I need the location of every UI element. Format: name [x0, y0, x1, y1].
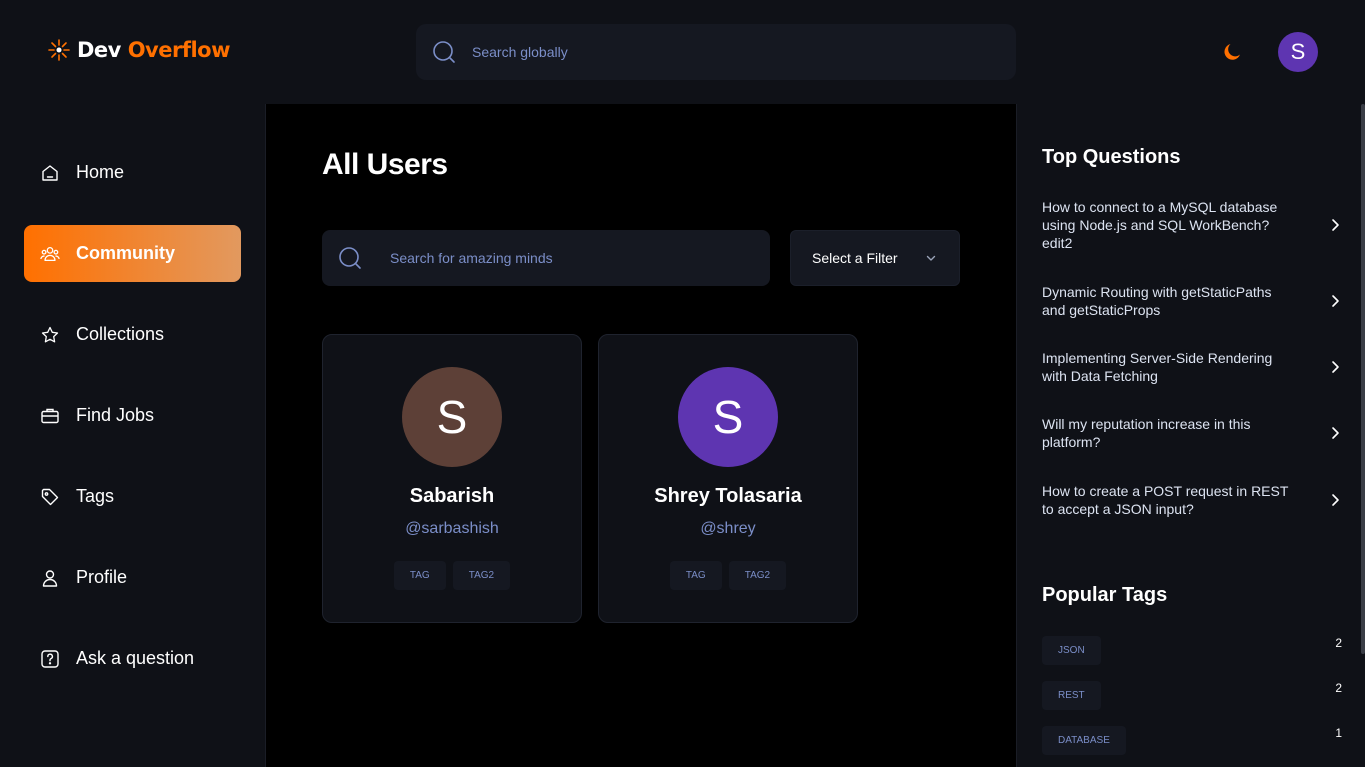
user-icon: [40, 568, 60, 588]
top-question-text: Implementing Server-Side Rendering with …: [1042, 350, 1273, 384]
sidebar-item-tags[interactable]: Tags: [24, 468, 241, 525]
sidebar-item-home[interactable]: Home: [24, 144, 241, 201]
popular-tag-count: 2: [1335, 636, 1342, 650]
sidebar-item-ask-question[interactable]: Ask a question: [24, 630, 241, 687]
search-icon: [339, 247, 361, 269]
top-question-item[interactable]: How to create a POST request in REST to …: [1042, 482, 1340, 518]
user-card[interactable]: S Shrey Tolasaria @shrey TAG TAG2: [598, 334, 858, 623]
sidebar-item-label: Ask a question: [76, 648, 195, 668]
users-icon: [40, 244, 60, 264]
user-card-avatar-initial: S: [436, 391, 468, 443]
tag-chip[interactable]: TAG2: [452, 561, 511, 590]
user-card-avatar: S: [678, 367, 778, 467]
user-card-handle: @sarbashish: [405, 520, 499, 537]
moon-icon: [1224, 44, 1240, 60]
sidebar-item-profile[interactable]: Profile: [24, 549, 241, 606]
popular-tag-chip[interactable]: JSON: [1042, 636, 1101, 665]
popular-tag-count: 2: [1335, 681, 1342, 695]
popular-tag-row[interactable]: DATABASE 1: [1042, 726, 1342, 755]
popular-tag-chip[interactable]: REST: [1042, 681, 1101, 710]
chevron-right-icon: [1332, 494, 1339, 506]
logo-overflow-text: Overflow: [127, 38, 231, 62]
user-card-avatar-initial: S: [712, 391, 744, 443]
search-icon: [433, 41, 455, 63]
logo-dev-text: Dev: [77, 38, 121, 62]
sidebar-item-label: Collections: [76, 324, 165, 344]
logo-icon: [48, 39, 70, 61]
top-question-text: How to create a POST request in REST to …: [1042, 483, 1289, 517]
top-navbar: Dev Overflow S: [0, 0, 1365, 104]
chevron-right-icon: [1332, 219, 1339, 231]
sidebar-item-label: Community: [76, 243, 175, 263]
star-icon: [40, 325, 60, 345]
left-sidebar: Home Community Collections Find Jobs Tag…: [0, 104, 266, 767]
global-search-bar: [416, 24, 1016, 80]
logo-text: Dev Overflow: [77, 38, 231, 62]
sidebar-item-community[interactable]: Community: [24, 225, 241, 282]
right-sidebar: Top Questions How to connect to a MySQL …: [1016, 104, 1365, 767]
top-question-item[interactable]: Implementing Server-Side Rendering with …: [1042, 349, 1340, 385]
chevron-right-icon: [1332, 427, 1339, 439]
chevron-down-icon: [926, 255, 936, 261]
popular-tag-row[interactable]: REST 2: [1042, 681, 1342, 710]
chevron-right-icon: [1332, 295, 1339, 307]
top-question-item[interactable]: Dynamic Routing with getStaticPaths and …: [1042, 283, 1340, 319]
sidebar-item-label: Tags: [76, 486, 115, 506]
user-search-bar: [322, 230, 770, 286]
page-title: All Users: [322, 148, 448, 181]
tag-chip[interactable]: TAG: [669, 561, 722, 590]
logo[interactable]: Dev Overflow: [47, 38, 231, 62]
filter-select[interactable]: Select a Filter: [790, 230, 960, 286]
user-card-name: Shrey Tolasaria: [654, 485, 802, 507]
popular-tag-chip[interactable]: DATABASE: [1042, 726, 1126, 755]
user-card-avatar: S: [402, 367, 502, 467]
tag-chip[interactable]: TAG2: [728, 561, 787, 590]
tag-icon: [40, 487, 60, 507]
user-card-handle: @shrey: [700, 520, 756, 537]
user-card-tags: TAG TAG2: [323, 561, 581, 590]
user-card-name: Sabarish: [409, 485, 495, 507]
user-search-input[interactable]: [390, 250, 750, 266]
popular-tags-title: Popular Tags: [1042, 584, 1168, 606]
popular-tag-count: 1: [1335, 726, 1342, 740]
top-question-text: How to connect to a MySQL database using…: [1042, 199, 1278, 251]
sidebar-item-label: Home: [76, 162, 125, 182]
tag-chip[interactable]: TAG: [393, 561, 446, 590]
chevron-right-icon: [1332, 361, 1339, 373]
user-avatar[interactable]: S: [1278, 32, 1318, 72]
sidebar-item-label: Find Jobs: [76, 405, 155, 425]
user-card[interactable]: S Sabarish @sarbashish TAG TAG2: [322, 334, 582, 623]
suitcase-icon: [40, 406, 60, 426]
question-icon: [40, 649, 60, 669]
sidebar-item-find-jobs[interactable]: Find Jobs: [24, 387, 241, 444]
main-content: All Users Select a Filter S Sabarish @sa…: [266, 104, 1016, 767]
popular-tag-row[interactable]: JSON 2: [1042, 636, 1342, 665]
top-questions-title: Top Questions: [1042, 146, 1181, 168]
top-question-text: Will my reputation increase in this plat…: [1042, 416, 1251, 450]
top-question-item[interactable]: Will my reputation increase in this plat…: [1042, 415, 1340, 451]
user-avatar-initial: S: [1290, 39, 1306, 64]
sidebar-item-label: Profile: [76, 567, 128, 587]
global-search-input[interactable]: [472, 44, 972, 60]
top-question-item[interactable]: How to connect to a MySQL database using…: [1042, 198, 1340, 252]
home-icon: [40, 163, 60, 183]
user-card-tags: TAG TAG2: [599, 561, 857, 590]
top-question-text: Dynamic Routing with getStaticPaths and …: [1042, 284, 1272, 318]
filter-select-label: Select a Filter: [812, 250, 898, 266]
theme-toggle-button[interactable]: [1220, 40, 1244, 64]
sidebar-item-collections[interactable]: Collections: [24, 306, 241, 363]
page-scrollbar[interactable]: [1361, 104, 1365, 654]
